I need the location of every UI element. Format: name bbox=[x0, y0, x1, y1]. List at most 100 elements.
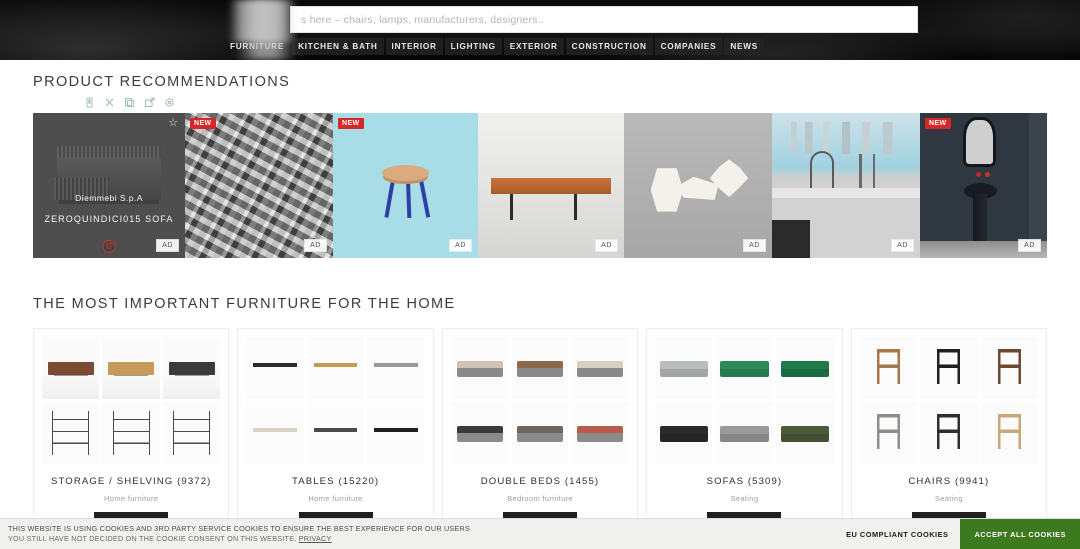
category-thumbnail bbox=[859, 337, 918, 399]
nav-item-interior[interactable]: INTERIOR bbox=[385, 38, 443, 55]
ad-badge: AD bbox=[891, 239, 914, 252]
accept-all-cookies-button[interactable]: ACCEPT ALL COOKIES bbox=[960, 519, 1080, 549]
category-thumbnail bbox=[450, 402, 509, 464]
category-thumbnail-grid bbox=[655, 337, 834, 464]
category-subtitle: Home furniture bbox=[103, 494, 159, 503]
category-name: TABLES (15220) bbox=[292, 476, 380, 487]
product-caption: Diemmebi S.p.A ZEROQUINDICI015 SOFA bbox=[33, 193, 185, 224]
settings-icon[interactable] bbox=[164, 97, 175, 108]
site-logo[interactable] bbox=[228, 0, 296, 42]
share-icon[interactable] bbox=[144, 97, 155, 108]
product-image bbox=[920, 113, 1047, 258]
ad-badge: AD bbox=[595, 239, 618, 252]
nav-item-exterior[interactable]: EXTERIOR bbox=[503, 38, 564, 55]
product-name: ZEROQUINDICI015 SOFA bbox=[44, 214, 174, 224]
category-card[interactable]: SOFAS (5309)SeatingMORE bbox=[646, 328, 843, 543]
nav-item-news[interactable]: NEWS bbox=[724, 38, 764, 55]
category-thumbnail bbox=[162, 402, 221, 464]
category-thumbnail bbox=[102, 337, 160, 399]
category-thumbnail bbox=[571, 337, 630, 399]
category-thumbnail bbox=[920, 402, 978, 464]
category-name: SOFAS (5309) bbox=[706, 476, 783, 487]
nav-item-label: EXTERIOR bbox=[509, 42, 558, 51]
cookie-line-2-text: YOU STILL HAVE NOT DECIDED ON THE COOKIE… bbox=[8, 534, 297, 543]
category-subtitle: Bedroom furniture bbox=[507, 494, 573, 503]
category-card[interactable]: TABLES (15220)Home furnitureMORE bbox=[237, 328, 434, 543]
category-name: DOUBLE BEDS (1455) bbox=[480, 476, 600, 487]
category-thumbnail bbox=[511, 337, 569, 399]
category-thumbnail-grid bbox=[42, 337, 221, 464]
privacy-link[interactable]: PRIVACY bbox=[299, 534, 332, 543]
recommendation-card[interactable]: AD bbox=[624, 113, 772, 258]
site-header: FURNITURE KITCHEN & BATH INTERIOR LIGHTI… bbox=[0, 0, 1080, 60]
product-recommendations-title: PRODUCT RECOMMENDATIONS bbox=[33, 74, 291, 90]
product-image bbox=[185, 113, 333, 258]
category-thumbnail-grid bbox=[450, 337, 630, 464]
category-thumbnail bbox=[920, 337, 978, 399]
category-card-row: STORAGE / SHELVING (9372)Home furnitureM… bbox=[33, 328, 1048, 543]
cookie-message: THIS WEBSITE IS USING COOKIES AND 3RD PA… bbox=[0, 524, 470, 545]
recommendation-card[interactable]: AD bbox=[772, 113, 920, 258]
ad-badge: AD bbox=[449, 239, 472, 252]
category-thumbnail bbox=[980, 337, 1039, 399]
category-name: CHAIRS (9941) bbox=[908, 476, 990, 487]
recommendation-card[interactable]: NEW AD bbox=[333, 113, 478, 258]
cookie-consent-banner: THIS WEBSITE IS USING COOKIES AND 3RD PA… bbox=[0, 518, 1080, 549]
category-thumbnail bbox=[367, 402, 425, 464]
nav-item-construction[interactable]: CONSTRUCTION bbox=[565, 38, 653, 55]
copy-icon[interactable] bbox=[124, 97, 135, 108]
nav-item-label: COMPANIES bbox=[660, 42, 717, 51]
nav-item-furniture[interactable]: FURNITURE bbox=[224, 0, 296, 60]
category-name: STORAGE / SHELVING (9372) bbox=[50, 476, 212, 487]
nav-item-label: INTERIOR bbox=[391, 42, 437, 51]
category-thumbnail bbox=[715, 402, 774, 464]
search-input[interactable] bbox=[291, 7, 917, 32]
category-card[interactable]: CHAIRS (9941)SeatingMORE bbox=[850, 328, 1048, 543]
category-thumbnail bbox=[776, 402, 834, 464]
new-badge: NEW bbox=[925, 118, 951, 129]
category-card[interactable]: STORAGE / SHELVING (9372)Home furnitureM… bbox=[33, 328, 230, 543]
recommendation-card[interactable]: AD bbox=[478, 113, 624, 258]
mobile-icon[interactable] bbox=[84, 97, 95, 108]
nav-item-lighting[interactable]: LIGHTING bbox=[444, 38, 502, 55]
category-subtitle: Seating bbox=[730, 494, 759, 503]
cookie-actions: EU COMPLIANT COOKIES ACCEPT ALL COOKIES bbox=[834, 519, 1080, 549]
ad-badge: AD bbox=[304, 239, 327, 252]
category-thumbnail bbox=[715, 337, 774, 399]
at-badge-icon[interactable]: @ bbox=[102, 240, 116, 253]
nav-item-label: KITCHEN & BATH bbox=[298, 42, 378, 51]
category-thumbnail-grid bbox=[246, 337, 425, 464]
recommendation-card[interactable]: NEW AD bbox=[185, 113, 333, 258]
category-thumbnail bbox=[367, 337, 425, 399]
category-thumbnail bbox=[655, 337, 713, 399]
category-subtitle: Seating bbox=[934, 494, 963, 503]
ad-badge: AD bbox=[156, 239, 179, 252]
favorite-star-icon[interactable]: ☆ bbox=[168, 118, 178, 129]
recommendations-toolbar bbox=[0, 96, 1080, 109]
recommendation-card[interactable]: ☆ Diemmebi S.p.A ZEROQUINDICI015 SOFA @ … bbox=[33, 113, 185, 258]
close-icon[interactable] bbox=[104, 97, 115, 108]
eu-compliant-cookies-button[interactable]: EU COMPLIANT COOKIES bbox=[834, 530, 960, 539]
category-card[interactable]: DOUBLE BEDS (1455)Bedroom furnitureMORE bbox=[441, 328, 639, 543]
category-thumbnail-grid bbox=[859, 337, 1039, 464]
category-thumbnail bbox=[571, 402, 630, 464]
nav-item-companies[interactable]: COMPANIES bbox=[654, 38, 723, 55]
category-thumbnail bbox=[306, 337, 365, 399]
product-image bbox=[624, 113, 772, 258]
category-thumbnail bbox=[511, 402, 569, 464]
ad-badge: AD bbox=[743, 239, 766, 252]
recommendation-card[interactable]: NEW AD bbox=[920, 113, 1047, 258]
category-thumbnail bbox=[450, 337, 509, 399]
category-thumbnail bbox=[42, 402, 100, 464]
category-thumbnail bbox=[859, 402, 918, 464]
nav-item-label: NEWS bbox=[730, 42, 758, 51]
product-image bbox=[478, 113, 624, 258]
search-bar[interactable] bbox=[290, 6, 918, 33]
nav-item-kitchen-bath[interactable]: KITCHEN & BATH bbox=[292, 38, 384, 55]
category-thumbnail bbox=[306, 402, 365, 464]
ad-badge: AD bbox=[1018, 239, 1041, 252]
page-content: PRODUCT RECOMMENDATIONS ☆ Diemmebi S.p.A… bbox=[0, 60, 1080, 543]
category-thumbnail bbox=[980, 402, 1039, 464]
nav-item-label: FURNITURE bbox=[230, 42, 285, 51]
category-thumbnail bbox=[246, 337, 304, 399]
